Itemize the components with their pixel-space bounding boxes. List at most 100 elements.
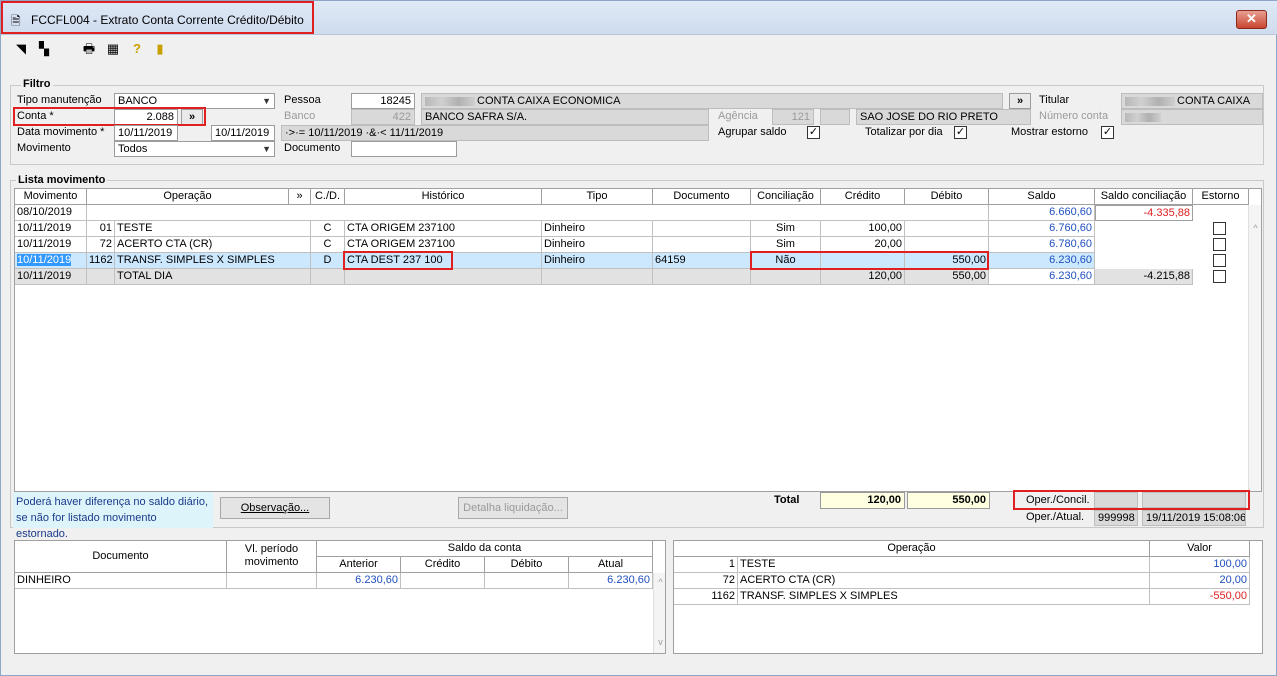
- col-credito[interactable]: Crédito: [401, 557, 485, 573]
- estorno-checkbox[interactable]: [1213, 270, 1226, 283]
- estorno-checkbox[interactable]: [1213, 238, 1226, 251]
- saldo-scrollbar[interactable]: ^ v: [653, 573, 665, 653]
- exit-icon[interactable]: ▮: [152, 41, 168, 57]
- table-scrollbar[interactable]: ^: [1248, 205, 1261, 491]
- data-de-input[interactable]: 10/11/2019: [114, 125, 178, 141]
- cell-credito: 20,00: [821, 237, 905, 253]
- col-saldo-conta[interactable]: Saldo da conta: [317, 541, 653, 557]
- col-atual[interactable]: Atual: [569, 557, 653, 573]
- col-documento[interactable]: Documento: [653, 189, 751, 205]
- cell-valor: -550,00: [1150, 589, 1250, 605]
- cell-historico: CTA ORIGEM 237100: [345, 221, 542, 237]
- observacao-button[interactable]: Observação...: [220, 497, 330, 519]
- col-expand[interactable]: »: [289, 189, 311, 205]
- cell-debito: [485, 573, 569, 589]
- col-debito[interactable]: Débito: [905, 189, 989, 205]
- cell-movimento: 10/11/2019: [15, 253, 87, 269]
- col-estorno[interactable]: Estorno: [1193, 189, 1249, 205]
- scroll-up-icon[interactable]: ^: [654, 577, 665, 587]
- cell-saldo-conciliacao: -4.335,88: [1095, 205, 1193, 221]
- mostrar-estorno-checkbox[interactable]: ✓: [1101, 126, 1114, 139]
- scroll-down-icon[interactable]: v: [654, 637, 665, 647]
- pessoa-expand-button[interactable]: »: [1009, 93, 1031, 109]
- cell-op-num: 72: [87, 237, 115, 253]
- cell-conciliacao: Sim: [751, 237, 821, 253]
- col-saldo-conciliacao[interactable]: Saldo conciliação: [1095, 189, 1193, 205]
- cell-conciliacao: [751, 269, 821, 285]
- estorno-checkbox[interactable]: [1213, 222, 1226, 235]
- cell-debito: [905, 237, 989, 253]
- chevron-down-icon: ▼: [262, 96, 271, 106]
- col-vl-periodo[interactable]: Vl. período movimento: [227, 541, 317, 573]
- scroll-up-icon[interactable]: ^: [1249, 223, 1261, 233]
- tipo-manutencao-select[interactable]: BANCO ▼: [114, 93, 275, 109]
- total-credito: 120,00: [820, 492, 905, 509]
- cell-op-num: 1162: [674, 589, 738, 605]
- cell-operacao: TOTAL DIA: [115, 269, 311, 285]
- cell-cd: C: [311, 237, 345, 253]
- pessoa-input[interactable]: 18245: [351, 93, 415, 109]
- col-conciliacao[interactable]: Conciliação: [751, 189, 821, 205]
- cell-documento: [653, 237, 751, 253]
- conta-input[interactable]: 2.088: [114, 109, 178, 125]
- pessoa-label: Pessoa: [284, 94, 321, 106]
- col-historico[interactable]: Histórico: [345, 189, 542, 205]
- cell-documento: DINHEIRO: [15, 573, 227, 589]
- detalha-liquidacao-button[interactable]: Detalha liquidação...: [458, 497, 568, 519]
- movimento-table[interactable]: Movimento Operação » C./D. Histórico Tip…: [14, 188, 1262, 492]
- cell-operacao: TESTE: [115, 221, 311, 237]
- banco-nome: BANCO SAFRA S/A.: [421, 109, 709, 125]
- titular-value: CONTA CAIXA: [1121, 93, 1263, 109]
- totalizar-dia-label: Totalizar por dia: [865, 126, 943, 138]
- print-icon[interactable]: 🖶: [81, 41, 97, 57]
- agencia-input: 121: [772, 109, 814, 125]
- cell-op-num: 1: [674, 557, 738, 573]
- operacao-table[interactable]: Operação Valor 1 TESTE 100,00 72 ACERTO …: [673, 540, 1263, 654]
- col-debito[interactable]: Débito: [485, 557, 569, 573]
- col-movimento[interactable]: Movimento: [15, 189, 87, 205]
- conta-label: Conta *: [17, 110, 54, 122]
- note-line-1: Poderá haver diferença no saldo diário,: [16, 496, 209, 508]
- next-icon[interactable]: ▚: [36, 41, 52, 57]
- cell-historico: CTA DEST 237 100: [345, 253, 542, 269]
- col-operacao[interactable]: Operação: [674, 541, 1150, 557]
- cell-op-nome: TRANSF. SIMPLES X SIMPLES: [738, 589, 1150, 605]
- cell-saldo: 6.660,60: [989, 205, 1095, 221]
- col-documento[interactable]: Documento: [15, 541, 227, 573]
- col-valor[interactable]: Valor: [1150, 541, 1250, 557]
- col-operacao[interactable]: Operação: [87, 189, 289, 205]
- help-icon[interactable]: ?: [129, 41, 145, 57]
- cell-documento: [653, 269, 751, 285]
- calculator-icon[interactable]: ▦: [105, 41, 121, 57]
- oper-concil-user: [1094, 492, 1138, 508]
- cell-movimento: 08/10/2019: [15, 205, 87, 221]
- oper-atual-user: 999998: [1094, 510, 1138, 526]
- col-anterior[interactable]: Anterior: [317, 557, 401, 573]
- oper-atual-label: Oper./Atual.: [1026, 511, 1085, 523]
- cell-movimento: 10/11/2019: [15, 237, 87, 253]
- close-button[interactable]: ✕: [1236, 10, 1267, 29]
- col-credito[interactable]: Crédito: [821, 189, 905, 205]
- pessoa-nome: CONTA CAIXA ECONOMICA: [421, 93, 1003, 109]
- cell-documento: [653, 221, 751, 237]
- oper-atual-datetime: 19/11/2019 15:08:06: [1142, 510, 1246, 526]
- saldo-conta-table[interactable]: Documento Vl. período movimento Saldo da…: [14, 540, 666, 654]
- redacted-text: [1125, 96, 1175, 106]
- movimento-select[interactable]: Todos ▼: [114, 141, 275, 157]
- col-tipo[interactable]: Tipo: [542, 189, 653, 205]
- conta-expand-button[interactable]: »: [181, 109, 203, 125]
- oper-concil-datetime: [1142, 492, 1246, 508]
- documento-input[interactable]: [351, 141, 457, 157]
- col-saldo[interactable]: Saldo: [989, 189, 1095, 205]
- totalizar-dia-checkbox[interactable]: ✓: [954, 126, 967, 139]
- estorno-checkbox[interactable]: [1213, 254, 1226, 267]
- document-icon: 🗎: [11, 14, 21, 28]
- data-ate-input[interactable]: 10/11/2019: [211, 125, 275, 141]
- col-cd[interactable]: C./D.: [311, 189, 345, 205]
- agrupar-saldo-checkbox[interactable]: ✓: [807, 126, 820, 139]
- previous-icon[interactable]: ◥: [13, 41, 29, 57]
- cell-movimento: 10/11/2019: [15, 269, 87, 285]
- documento-label: Documento: [284, 142, 341, 154]
- agencia-cidade: SAO JOSE DO RIO PRETO: [856, 109, 1031, 125]
- cell-cd: D: [311, 253, 345, 269]
